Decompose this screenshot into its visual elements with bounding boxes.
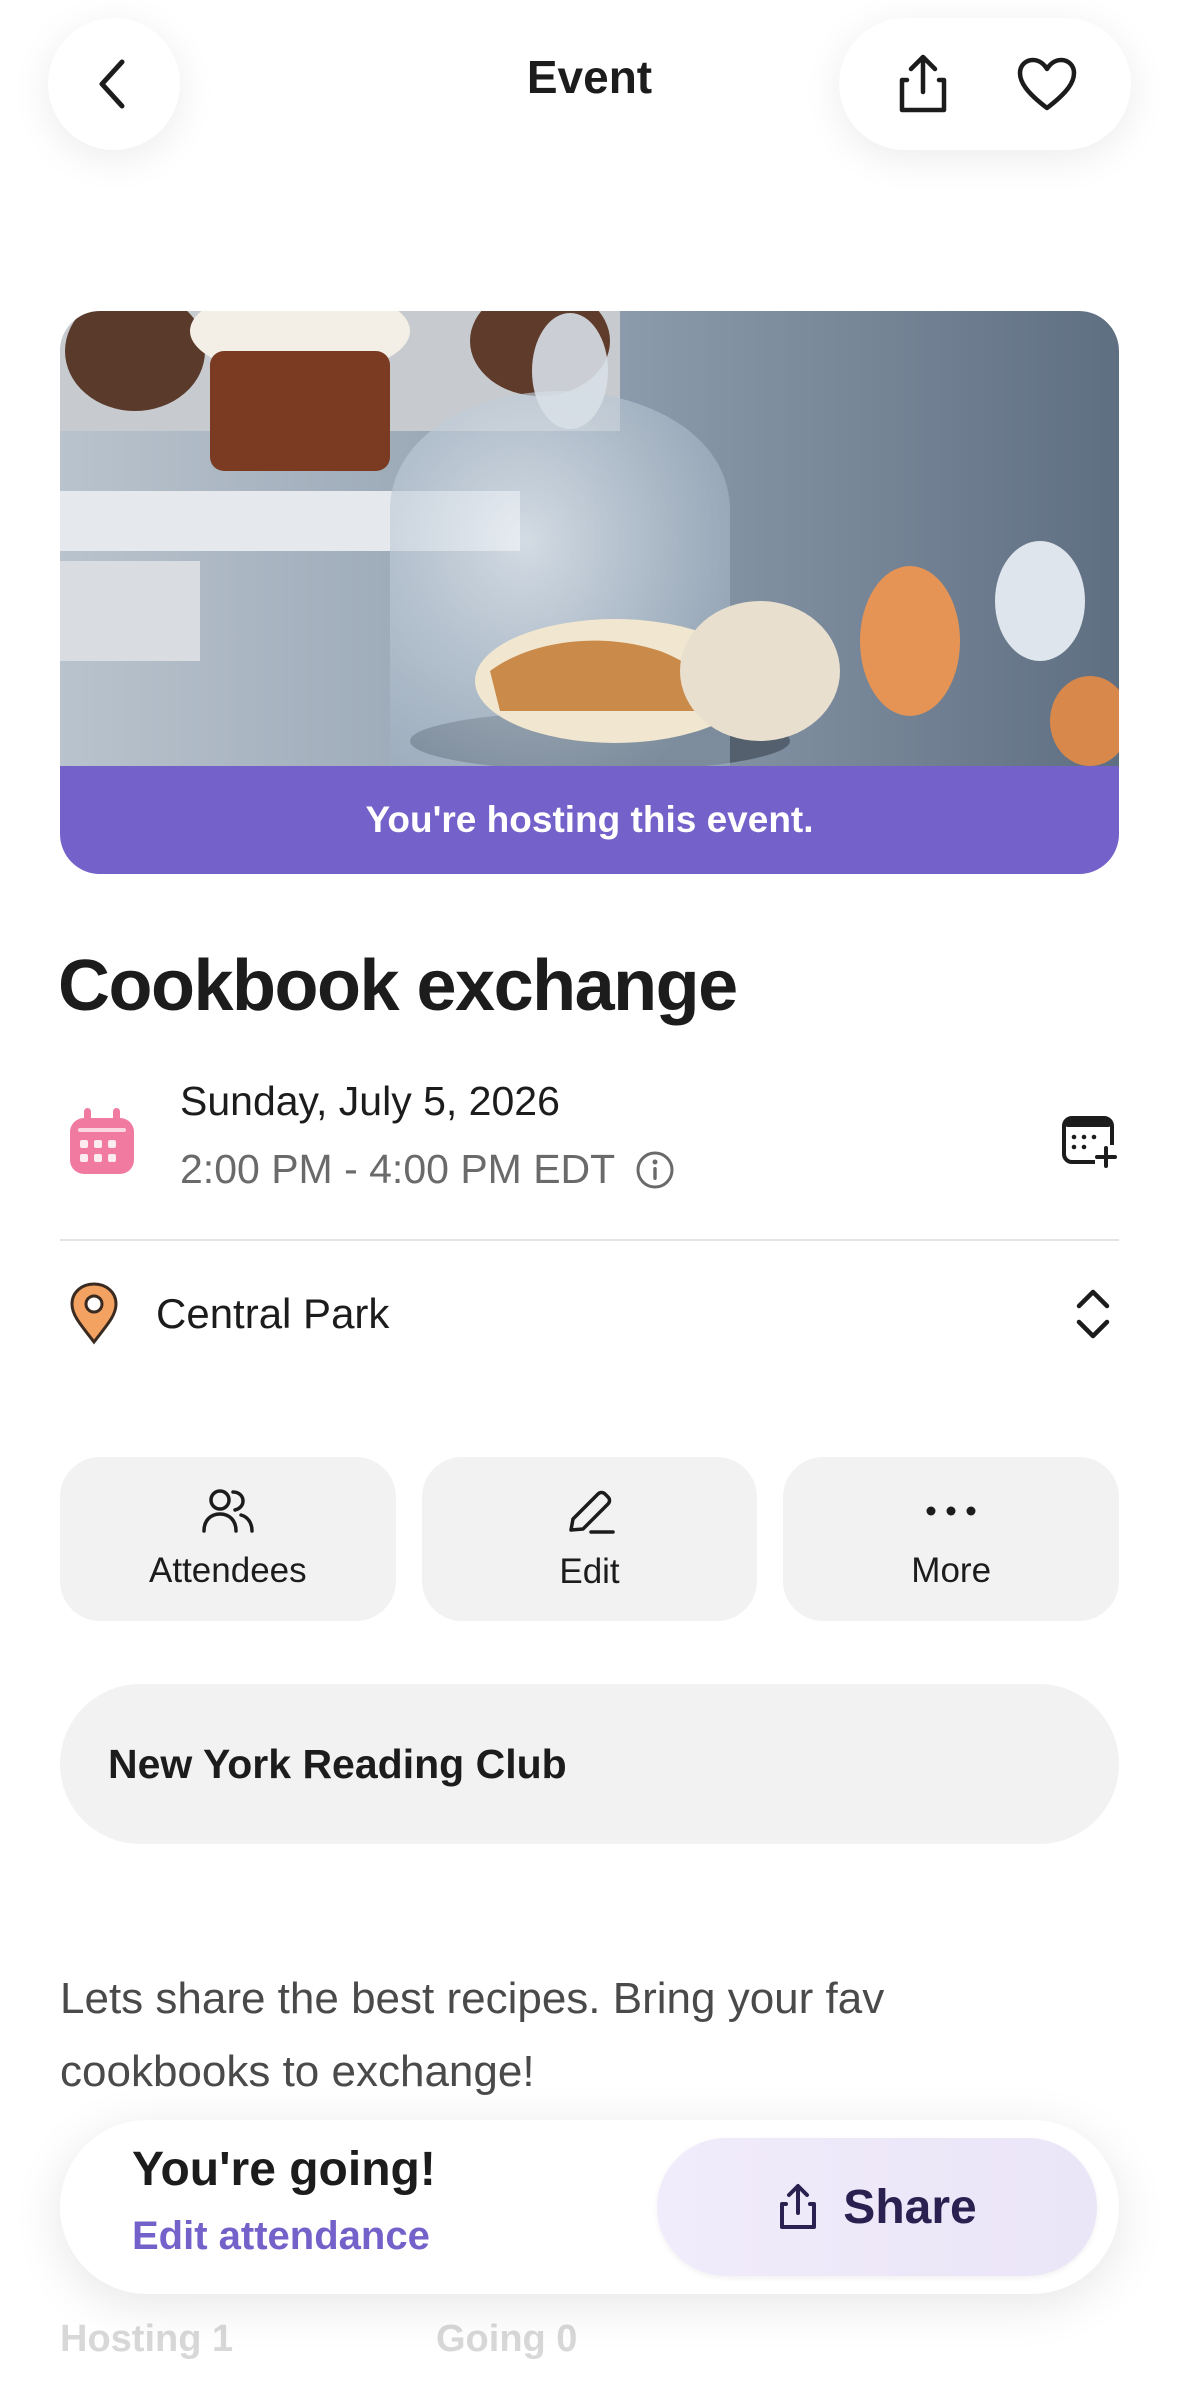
rsvp-status: You're going!: [132, 2143, 436, 2196]
favorite-button[interactable]: [1002, 39, 1092, 129]
header: Event: [0, 0, 1179, 170]
group-card[interactable]: New York Reading Club: [60, 1684, 1119, 1844]
share-event-button[interactable]: Share: [657, 2138, 1097, 2276]
edit-label: Edit: [559, 1552, 620, 1591]
calendar-icon: [70, 1108, 134, 1174]
event-cover: You're hosting this event.: [60, 311, 1119, 874]
attendees-button[interactable]: Attendees: [60, 1457, 396, 1621]
group-name: New York Reading Club: [108, 1740, 567, 1787]
expand-collapse-icon[interactable]: [1071, 1284, 1115, 1344]
share-button[interactable]: [878, 39, 968, 129]
event-description: Lets share the best recipes. Bring your …: [60, 1974, 885, 2096]
hosting-count: Hosting 1: [60, 2318, 234, 2360]
attendance-stats: Hosting 1 Going 0: [60, 2318, 1119, 2378]
event-time: 2:00 PM - 4:00 PM EDT: [180, 1146, 616, 1192]
location-name: Central Park: [156, 1290, 390, 1337]
date-row: Sunday, July 5, 2026 2:00 PM - 4:00 PM E…: [60, 1070, 1119, 1240]
share-icon: [899, 54, 947, 113]
more-icon: [926, 1506, 976, 1516]
location-row[interactable]: Central Park: [60, 1260, 1119, 1370]
edit-attendance-link[interactable]: Edit attendance: [132, 2214, 430, 2259]
attendance-bar: You're going! Edit attendance Share: [60, 2120, 1119, 2294]
edit-button[interactable]: Edit: [421, 1457, 758, 1621]
cover-photo: [60, 311, 1119, 766]
event-time-row: 2:00 PM - 4:00 PM EDT: [180, 1146, 675, 1193]
hosting-banner: You're hosting this event.: [60, 766, 1119, 874]
map-pin-icon: [70, 1282, 118, 1345]
share-icon: [780, 2184, 817, 2229]
attendees-label: Attendees: [149, 1551, 307, 1590]
share-label: Share: [843, 2180, 977, 2234]
event-title: Cookbook exchange: [58, 946, 738, 1026]
more-button[interactable]: More: [783, 1457, 1120, 1621]
divider: [60, 1239, 1119, 1241]
info-icon[interactable]: [635, 1150, 675, 1190]
going-count: Going 0: [436, 2318, 578, 2360]
action-buttons: Attendees Edit More: [60, 1457, 1120, 1621]
event-date: Sunday, July 5, 2026: [180, 1078, 560, 1124]
add-to-calendar-icon[interactable]: [1061, 1112, 1119, 1170]
more-label: More: [911, 1551, 992, 1590]
header-actions: [839, 18, 1131, 150]
people-icon: [202, 1489, 254, 1533]
pencil-icon: [568, 1490, 615, 1534]
heart-icon: [1017, 57, 1077, 111]
